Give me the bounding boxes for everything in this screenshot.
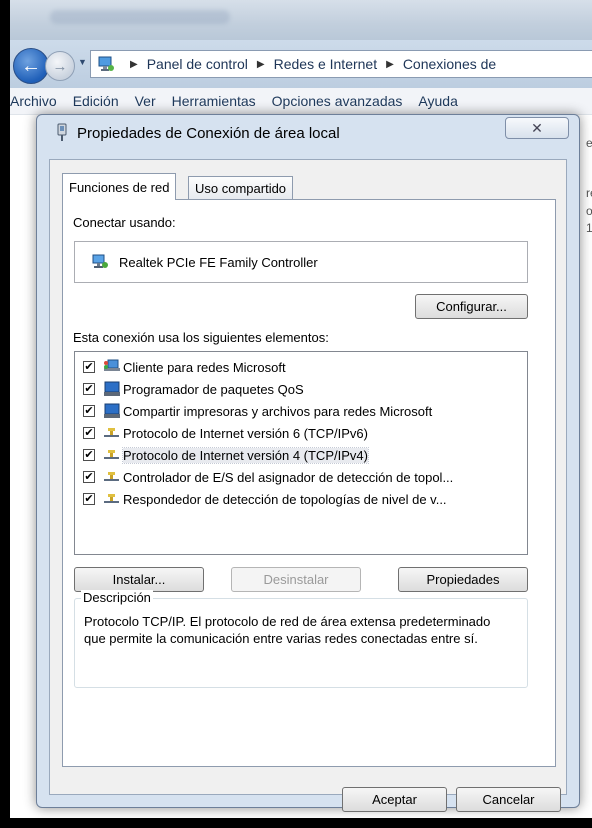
list-item[interactable]: ✔ Controlador de E/S del asignador de de… [83, 466, 453, 488]
breadcrumb-item[interactable]: Panel de control [147, 56, 248, 72]
background-text-fragment: e [586, 136, 592, 150]
list-item[interactable]: ✔ Cliente para redes Microsoft [83, 356, 286, 378]
component-checkbox[interactable]: ✔ [83, 493, 95, 505]
component-label: Protocolo de Internet versión 6 (TCP/IPv… [123, 425, 368, 441]
component-checkbox[interactable]: ✔ [83, 471, 95, 483]
menu-archivo[interactable]: Archivo [10, 93, 57, 109]
ok-button[interactable]: Aceptar [342, 787, 447, 812]
menu-edicion[interactable]: Edición [73, 93, 119, 109]
back-arrow-icon[interactable]: ← [13, 48, 49, 84]
blurred-window-title [50, 10, 230, 24]
component-checkbox[interactable]: ✔ [83, 405, 95, 417]
uninstall-button[interactable]: Desinstalar [231, 567, 361, 592]
list-item[interactable]: ✔ Compartir impresoras y archivos para r… [83, 400, 432, 422]
address-bar-area: ← → ▼ ▶ Panel de control ▶ Redes e Inter… [10, 40, 592, 88]
adapter-field: Realtek PCIe FE Family Controller [74, 241, 528, 283]
component-checkbox[interactable]: ✔ [83, 427, 95, 439]
adapter-name: Realtek PCIe FE Family Controller [119, 254, 318, 270]
component-label: Compartir impresoras y archivos para red… [123, 403, 433, 419]
breadcrumb-separator-icon: ▶ [130, 58, 138, 70]
menu-opciones-avanzadas[interactable]: Opciones avanzadas [272, 93, 403, 109]
protocol-icon [103, 425, 121, 441]
address-breadcrumb[interactable]: ▶ Panel de control ▶ Redes e Internet ▶ … [90, 50, 592, 78]
dialog-titlebar[interactable]: Propiedades de Conexión de área local ✕ [37, 115, 579, 151]
network-adapter-icon [55, 123, 69, 143]
explorer-titlebar [10, 0, 592, 40]
protocol-icon [103, 447, 121, 463]
connect-using-label: Conectar usando: [73, 215, 176, 230]
dialog-title: Propiedades de Conexión de área local [77, 125, 340, 142]
tab-label: Funciones de red [69, 179, 170, 195]
list-item[interactable]: ✔ Programador de paquetes QoS [83, 378, 304, 400]
tab-funciones-de-red[interactable]: Funciones de red [62, 173, 177, 200]
component-label: Respondedor de detección de topologías d… [123, 491, 447, 507]
tab-label: Uso compartido [195, 181, 287, 196]
component-checkbox[interactable]: ✔ [83, 449, 95, 461]
component-label: Programador de paquetes QoS [123, 381, 304, 397]
components-label: Esta conexión usa los siguientes element… [73, 330, 329, 345]
network-client-icon [103, 359, 121, 375]
computer-service-icon [103, 403, 121, 419]
networking-tab-panel: Conectar usando: Realtek PCIe FE Family … [62, 199, 556, 767]
breadcrumb-separator-icon: ▶ [256, 58, 265, 70]
breadcrumb-item[interactable]: Conexiones de [403, 56, 496, 72]
protocol-icon [103, 491, 121, 507]
properties-button[interactable]: Propiedades [398, 567, 528, 592]
forward-arrow-icon[interactable]: → [45, 51, 75, 81]
background-text-fragment: 18 [586, 221, 592, 235]
connection-properties-dialog: Propiedades de Conexión de área local ✕ … [36, 114, 580, 812]
dialog-client-area: Funciones de red Uso compartido Conectar… [49, 159, 567, 812]
component-label: Cliente para redes Microsoft [123, 359, 286, 375]
network-adapter-icon [91, 253, 109, 271]
close-button[interactable]: ✕ [505, 117, 569, 139]
list-item[interactable]: ✔ Respondedor de detección de topologías… [83, 488, 447, 510]
protocol-icon [103, 469, 121, 485]
description-text: Protocolo TCP/IP. El protocolo de red de… [84, 614, 491, 646]
component-label: Protocolo de Internet versión 4 (TCP/IPv… [122, 446, 369, 464]
configure-button[interactable]: Configurar... [415, 294, 528, 319]
menu-ayuda[interactable]: Ayuda [418, 93, 457, 109]
history-dropdown-icon[interactable]: ▼ [78, 57, 87, 67]
menu-herramientas[interactable]: Herramientas [172, 93, 256, 109]
breadcrumb-separator-icon: ▶ [386, 58, 394, 70]
install-button[interactable]: Instalar... [74, 567, 204, 592]
cancel-button[interactable]: Cancelar [456, 787, 561, 812]
menu-ver[interactable]: Ver [135, 93, 156, 109]
description-group: Descripción Protocolo TCP/IP. El protoco… [74, 590, 528, 688]
close-icon: ✕ [531, 119, 543, 136]
menu-bar: Archivo Edición Ver Herramientas Opcione… [10, 88, 592, 115]
background-text-fragment: re [586, 186, 592, 200]
list-item-selected[interactable]: ✔ Protocolo de Internet versión 4 (TCP/I… [83, 444, 369, 466]
description-legend: Descripción [81, 590, 153, 605]
breadcrumb-item[interactable]: Redes e Internet [274, 56, 378, 72]
control-panel-icon [97, 55, 115, 73]
component-checkbox[interactable]: ✔ [83, 383, 95, 395]
background-text-fragment: o [586, 204, 592, 218]
component-label: Controlador de E/S del asignador de dete… [123, 469, 454, 485]
computer-service-icon [103, 381, 121, 397]
component-checkbox[interactable]: ✔ [83, 361, 95, 373]
tab-uso-compartido[interactable]: Uso compartido [188, 176, 294, 200]
list-item[interactable]: ✔ Protocolo de Internet versión 6 (TCP/I… [83, 422, 368, 444]
components-list[interactable]: ✔ Cliente para redes Microsoft ✔ Program… [74, 351, 528, 555]
